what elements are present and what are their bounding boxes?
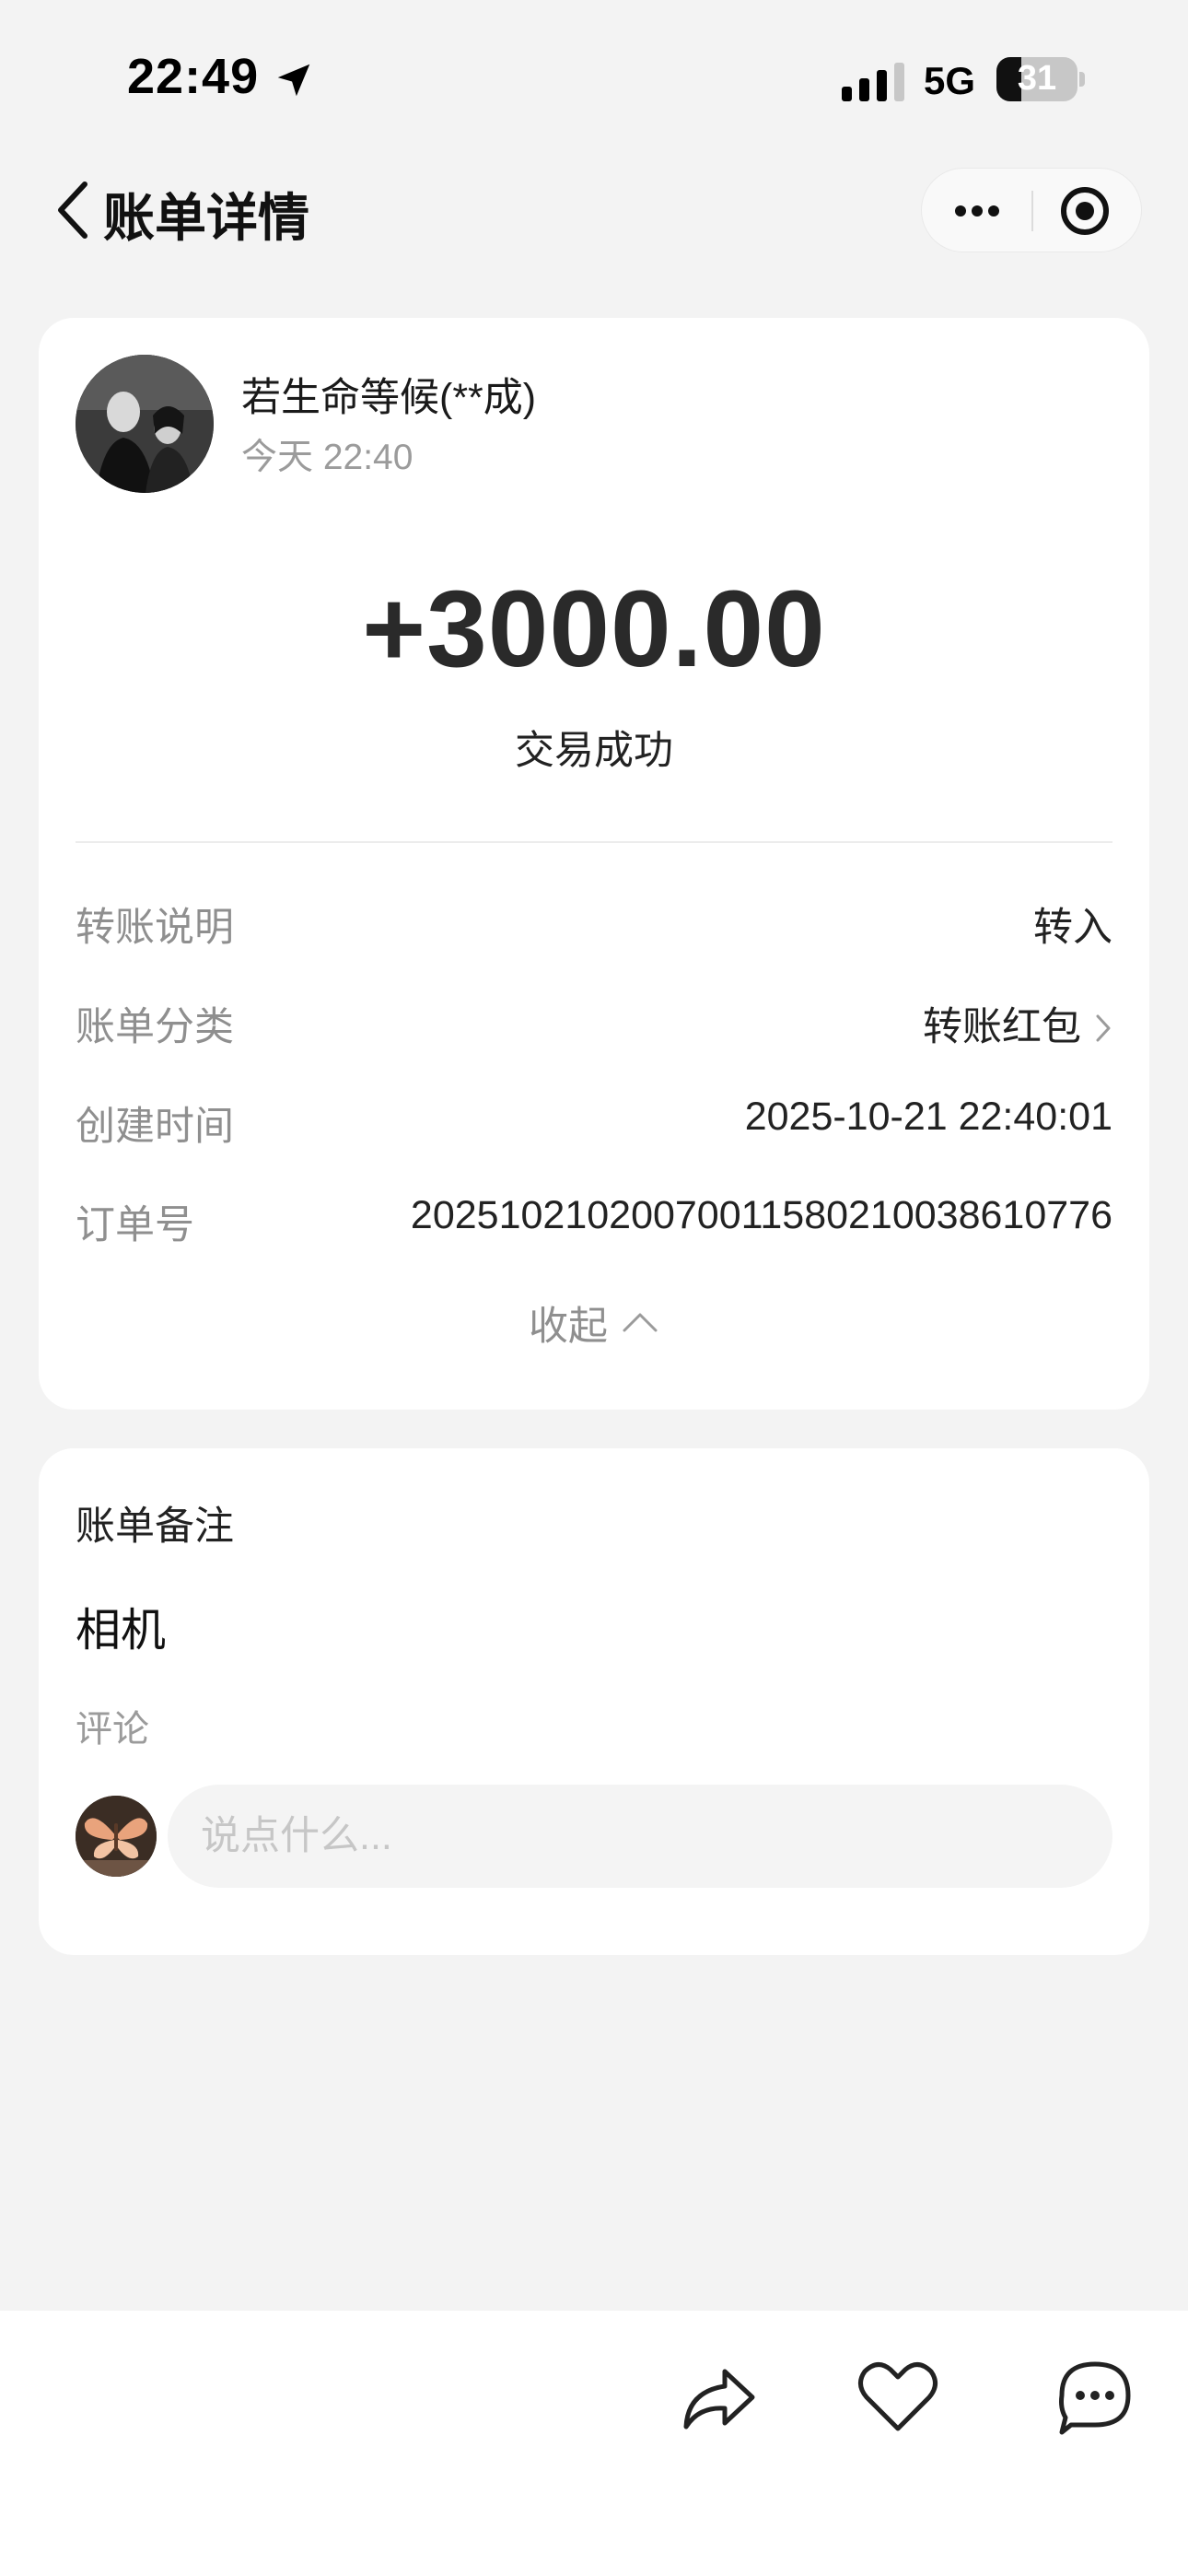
heart-icon	[858, 2362, 938, 2431]
back-chevron-icon[interactable]	[48, 175, 99, 245]
payer-avatar[interactable]	[76, 355, 214, 493]
signal-bars-icon	[842, 63, 904, 101]
category-link[interactable]: 转账红包	[923, 995, 1112, 1052]
battery-cap	[1079, 72, 1085, 87]
note-title: 账单备注	[76, 1505, 234, 1549]
network-label: 5G	[924, 59, 976, 102]
transaction-status: 交易成功	[515, 729, 673, 773]
battery-icon: 31	[996, 57, 1077, 101]
bottom-action-bar	[0, 2311, 1188, 2576]
share-icon	[683, 2369, 755, 2430]
detail-value-created-time: 2025-10-21 22:40:01	[744, 1095, 1112, 1139]
note-content[interactable]: 相机	[76, 1594, 166, 1659]
battery-level: 31	[1017, 59, 1057, 98]
user-avatar	[76, 1796, 157, 1877]
detail-value-transfer-note: 转入	[1033, 906, 1112, 950]
share-button[interactable]	[673, 2351, 765, 2443]
location-arrow-icon	[277, 64, 310, 97]
collapse-button[interactable]: 收起	[39, 1294, 1149, 1352]
detail-value-order-number: 2025102102007001158021003861077­6	[410, 1193, 1112, 1237]
close-button[interactable]	[1033, 169, 1143, 253]
status-bar: 22:49 5G 31	[0, 0, 1188, 157]
payer-avatar-photo	[76, 355, 214, 493]
comment-input[interactable]	[168, 1785, 1112, 1888]
page-title: 账单详情	[103, 189, 309, 247]
status-time: 22:49	[127, 49, 260, 104]
chevron-right-icon	[1096, 1014, 1111, 1042]
comment-button[interactable]	[1049, 2351, 1141, 2443]
detail-label-order-number: 订单号	[76, 1203, 194, 1247]
detail-label-category: 账单分类	[76, 1005, 234, 1049]
more-dots-icon	[955, 205, 999, 217]
detail-label-transfer-note: 转账说明	[76, 906, 234, 950]
more-button[interactable]	[922, 169, 1031, 253]
section-divider	[76, 841, 1112, 843]
comment-icon	[1059, 2361, 1131, 2435]
transaction-card: 若生命等候(**成) 今天 22:40 +3000.00 交易成功 转账说明 转…	[39, 318, 1149, 1410]
transaction-amount: +3000.00	[362, 568, 826, 690]
payer-time: 今天 22:40	[241, 438, 413, 477]
mini-program-capsule	[921, 168, 1142, 252]
detail-value-category: 转账红包	[923, 1005, 1081, 1049]
like-button[interactable]	[852, 2351, 944, 2443]
close-target-icon	[1061, 187, 1109, 235]
payer-name: 若生命等候(**成)	[241, 376, 537, 420]
comment-label: 评论	[76, 1709, 149, 1750]
collapse-label: 收起	[529, 1305, 608, 1349]
detail-label-created-time: 创建时间	[76, 1105, 234, 1149]
chevron-up-icon	[623, 1313, 658, 1332]
bill-note-card: 账单备注 相机 评论	[39, 1448, 1149, 1955]
butterfly-avatar-image	[76, 1796, 157, 1877]
